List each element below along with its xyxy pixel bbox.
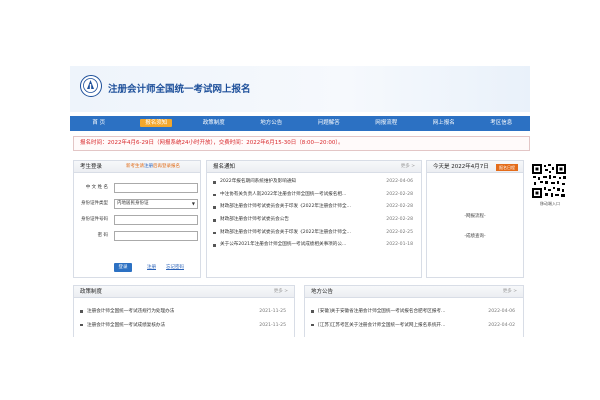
name-input[interactable] [114,183,198,193]
bullet-icon [213,231,216,235]
nav-registration-notice[interactable]: 报名须知 [128,116,186,131]
id-number-row: 身份证件号码 [74,215,214,225]
password-input[interactable] [114,231,198,241]
calendar-panel: 今天是 2022年4月7日 报名日程 -网报流程- -成绩查询- [426,160,524,278]
nav-local-notices[interactable]: 地方公告 [243,116,301,131]
id-type-select[interactable]: 内地居民身份证 ▼ [114,199,198,209]
id-number-input[interactable] [114,215,198,225]
local-notices-header: 地方公告 更多 > [305,286,523,298]
policy-list: 注册会计师全国统一考试违规行为处理办法 2021-11-25 注册会计师全国统一考… [74,305,294,332]
process-link[interactable]: -网报流程- [427,213,523,219]
nav-online-registration[interactable]: 网上报名 [415,116,473,131]
cicpa-logo [80,75,102,97]
score-query-link[interactable]: -成绩查询- [427,233,523,239]
nav-exam-area-info[interactable]: 考区信息 [473,116,531,131]
bullet-icon [213,181,216,184]
login-button[interactable]: 登录 [114,263,132,272]
list-item[interactable]: 注册会计师全国统一考试违规行为处理办法 2021-11-25 [74,305,294,319]
nav-faq[interactable]: 问题解答 [300,116,358,131]
bullet-icon [80,323,83,326]
id-type-row: 身份证件类型 内地居民身份证 ▼ [74,199,214,209]
calendar-header: 今天是 2022年4月7日 报名日程 [427,161,523,173]
local-notices-list: [安徽]关于安徽省注册会计师全国统一考试报名合肥考区报考... 2022-04-0… [305,305,523,332]
bullet-icon [213,206,216,209]
notices-list: 2022年报名期间系统维护及影响通知 2022-04-06 中注协有关负责人就20… [207,176,421,252]
password-label: 密 码 [97,233,108,238]
bullet-icon [80,310,83,313]
forgot-password-link[interactable]: 忘记密码 [166,264,184,270]
main-nav: 首 页 报名须知 政策制度 地方公告 问题解答 网报流程 网上报名 考区信息 [70,116,530,131]
bullet-icon [311,310,314,313]
local-notices-title: 地方公告 [311,289,334,295]
nav-process[interactable]: 网报流程 [358,116,416,131]
policy-title: 政策制度 [80,289,103,295]
notices-more-link[interactable]: 更多 > [401,161,415,173]
list-item[interactable]: 财政部注册会计师考试委员会公告 2022-02-28 [207,214,421,227]
id-type-label: 身份证件类型 [81,201,108,206]
bullet-icon [311,323,314,326]
list-item[interactable]: 2022年报名期间系统维护及影响通知 2022-04-06 [207,176,421,189]
notices-header: 报名通知 更多 > [207,161,421,173]
policy-more-link[interactable]: 更多 > [274,286,288,298]
notices-title: 报名通知 [213,164,236,170]
list-item[interactable]: [安徽]关于安徽省注册会计师全国统一考试报名合肥考区报考... 2022-04-0… [305,305,523,319]
chevron-down-icon: ▼ [191,201,195,206]
notices-panel: 报名通知 更多 > 2022年报名期间系统维护及影响通知 2022-04-06 中… [206,160,422,278]
login-panel-header: 考生登录 新考生请注册后再登录报名 [74,161,200,173]
bullet-icon [213,193,216,197]
list-item[interactable]: 注册会计师全国统一考试成绩复核办法 2021-11-25 [74,319,294,333]
local-notices-more-link[interactable]: 更多 > [503,286,517,298]
registration-time-notice: 报名时间：2022年4月6-29日（网报系统24小时开放），交费时间：2022年… [73,136,530,151]
list-item[interactable]: 财政部注册会计师考试委员会关于印发《2022年注册会计师全... 2022-02-… [207,227,421,240]
list-item[interactable]: [江苏]江苏考区关于注册会计师全国统一考试网上报名系统开... 2022-04-0… [305,319,523,333]
list-item[interactable]: 中注协有关负责人就2022年注册会计师全国统一考试报名相... 2022-02-2… [207,189,421,202]
policy-header: 政策制度 更多 > [74,286,294,298]
list-item[interactable]: 关于公布2021年注册会计师全国统一考试成绩相关事项的公... 2022-01-1… [207,239,421,252]
nav-policy[interactable]: 政策制度 [185,116,243,131]
id-number-label: 身份证件号码 [81,217,108,222]
schedule-link[interactable]: 报名日程 [496,163,518,171]
local-notices-panel: 地方公告 更多 > [安徽]关于安徽省注册会计师全国统一考试报名合肥考区报考..… [304,285,524,337]
password-row: 密 码 [74,231,214,241]
bullet-icon [213,219,216,222]
policy-panel: 政策制度 更多 > 注册会计师全国统一考试违规行为处理办法 2021-11-25 … [73,285,295,337]
login-panel: 考生登录 新考生请注册后再登录报名 中 文 姓 名 身份证件类型 内地居民身份证… [73,160,201,278]
login-title: 考生登录 [80,164,103,170]
name-row: 中 文 姓 名 [74,183,214,193]
qr-caption: 移动端入口 [540,201,560,206]
register-hint-link[interactable]: 注册 [144,164,153,169]
list-item[interactable]: 财政部注册会计师考试委员会关于印发《2022年注册会计师全... 2022-02-… [207,201,421,214]
register-link[interactable]: 注册 [147,264,156,270]
qr-code-icon [531,163,567,199]
name-label: 中 文 姓 名 [85,185,108,190]
register-hint: 新考生请注册后再登录报名 [126,164,180,169]
bullet-icon [213,244,216,247]
nav-home[interactable]: 首 页 [70,116,128,131]
today-date: 今天是 2022年4月7日 [433,164,489,170]
site-title: 注册会计师全国统一考试网上报名 [108,84,251,95]
